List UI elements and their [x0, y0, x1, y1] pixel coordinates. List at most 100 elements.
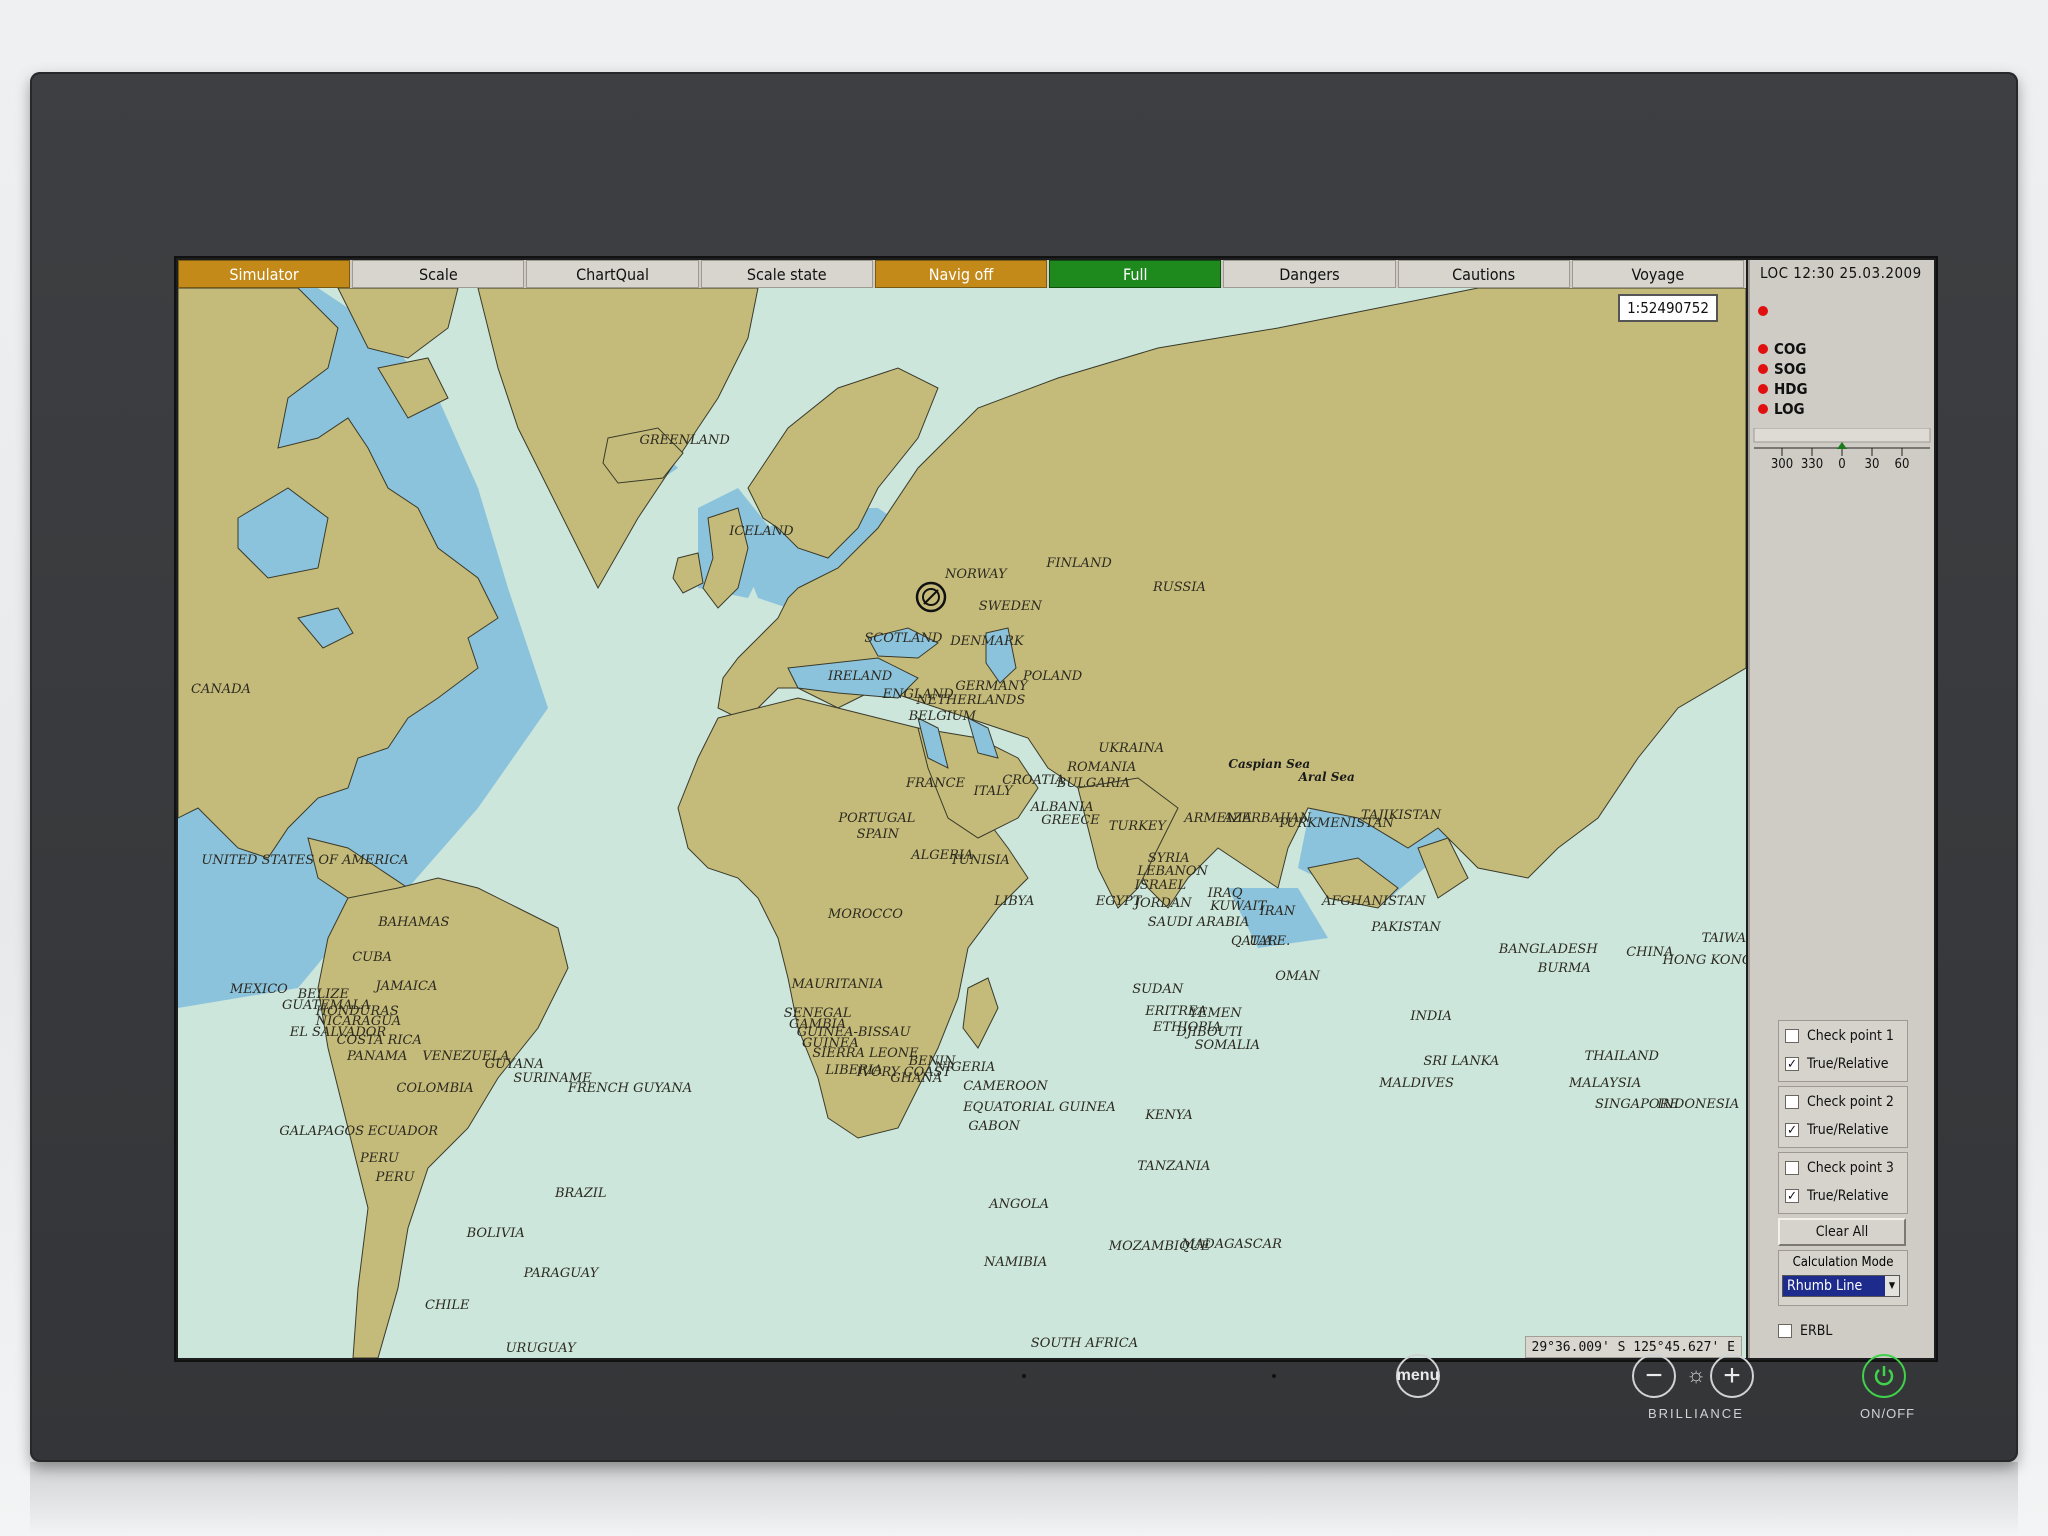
toolbar-button-cautions[interactable]: Cautions	[1397, 260, 1570, 288]
erbl-checkbox[interactable]	[1778, 1324, 1792, 1338]
toolbar-button-navig-off[interactable]: Navig off	[874, 260, 1048, 288]
toolbar-button-voyage[interactable]: Voyage	[1571, 260, 1744, 288]
place-label: COSTA RICA	[336, 1033, 422, 1049]
toolbar-button-scale-state[interactable]: Scale state	[700, 260, 873, 288]
true-relative-checkbox[interactable]: ✓	[1785, 1057, 1799, 1072]
true-relative-checkbox[interactable]: ✓	[1785, 1189, 1799, 1204]
place-label: NORWAY	[945, 566, 1007, 582]
place-label: SUDAN	[1132, 982, 1184, 998]
place-label: PERU	[360, 1150, 399, 1166]
place-label: TURKEY	[1108, 818, 1166, 834]
minus-icon: −	[1645, 1359, 1663, 1392]
calc-mode-select[interactable]: Rhumb Line ▼	[1782, 1275, 1900, 1297]
local-time: LOC 12:30 25.03.2009	[1760, 264, 1922, 282]
place-label: MAURITANIA	[791, 976, 884, 992]
checkpoint-group-1: Check point 1 ✓ True/Relative	[1778, 1020, 1908, 1082]
heading-compass-strip: 300 330 0 30 60	[1753, 428, 1931, 468]
place-label: UKRAINA	[1098, 740, 1165, 756]
checkpoint-checkbox[interactable]	[1785, 1095, 1799, 1109]
ecdis-screen: Simulator Scale ChartQual Scale state Navig …	[174, 256, 1938, 1362]
cursor-coordinates: 29°36.009' S 125°45.627' E	[1524, 1336, 1742, 1358]
place-label: URUGUAY	[505, 1341, 576, 1357]
place-label: BELGIUM	[908, 708, 977, 724]
place-label: MEXICO	[230, 982, 288, 998]
place-label: NETHERLANDS	[916, 692, 1026, 708]
place-label: HONG KONG	[1662, 952, 1746, 968]
place-label: RUSSIA	[1153, 580, 1206, 596]
place-label: SPAIN	[856, 826, 899, 842]
place-label: INDONESIA	[1657, 1097, 1740, 1113]
place-label: OMAN	[1275, 968, 1320, 984]
true-relative-toggle[interactable]: ✓ True/Relative	[1779, 1117, 1907, 1143]
indicator-led	[1022, 1374, 1026, 1378]
place-label: GREECE	[1041, 813, 1100, 829]
checkpoint-checkbox[interactable]	[1785, 1161, 1799, 1175]
place-label: PORTUGAL	[838, 810, 916, 826]
place-label: KENYA	[1145, 1108, 1193, 1124]
brilliance-down-button[interactable]: −	[1632, 1354, 1676, 1398]
compass-tick-label: 60	[1895, 457, 1910, 468]
menu-button[interactable]: menu	[1396, 1354, 1440, 1398]
checkpoint-toggle[interactable]: Check point 2	[1779, 1089, 1907, 1115]
compass-tick-label: 330	[1801, 457, 1823, 468]
true-relative-toggle[interactable]: ✓ True/Relative	[1779, 1183, 1907, 1209]
place-label: PANAMA	[347, 1049, 408, 1065]
place-label: EQUATORIAL GUINEA	[963, 1100, 1116, 1116]
place-label: ISRAEL	[1134, 877, 1187, 893]
place-label: ITALY	[973, 783, 1013, 799]
chevron-down-icon: ▼	[1885, 1276, 1899, 1296]
place-label: AFGHANISTAN	[1322, 893, 1426, 909]
toolbar-button-simulator[interactable]: Simulator	[178, 260, 351, 288]
true-relative-toggle[interactable]: ✓ True/Relative	[1779, 1051, 1907, 1077]
brilliance-up-button[interactable]: +	[1710, 1354, 1754, 1398]
power-button[interactable]	[1862, 1354, 1906, 1398]
onoff-label: ON/OFF	[1860, 1406, 1916, 1421]
own-ship-icon[interactable]	[914, 580, 948, 619]
alarm-dot-icon	[1758, 384, 1768, 394]
alarm-dot-icon	[1758, 404, 1768, 414]
compass-tick-label: 300	[1771, 457, 1793, 468]
sensor-hdg: HDG	[1758, 380, 1808, 398]
toolbar-button-full[interactable]: Full	[1049, 260, 1222, 288]
place-label: IRAN	[1259, 904, 1296, 920]
place-label: BRAZIL	[555, 1185, 607, 1201]
place-label: BANGLADESH	[1498, 941, 1598, 957]
place-label: SOUTH AFRICA	[1030, 1335, 1139, 1351]
place-label: BURMA	[1537, 960, 1591, 976]
toolbar-button-scale[interactable]: Scale	[352, 260, 525, 288]
true-relative-label: True/Relative	[1807, 1056, 1889, 1072]
place-label: FRENCH GUYANA	[568, 1081, 693, 1097]
place-label: LIBYA	[994, 893, 1035, 909]
toolbar-button-dangers[interactable]: Dangers	[1223, 260, 1396, 288]
place-label: TAJIKISTAN	[1361, 807, 1442, 823]
side-panel: LOC 12:30 25.03.2009 COG SOG HDG LOG 300 330…	[1748, 260, 1934, 1358]
place-label: GABON	[968, 1118, 1020, 1134]
erbl-toggle[interactable]: ERBL	[1772, 1318, 1832, 1344]
erbl-label: ERBL	[1800, 1323, 1833, 1339]
checkpoint-toggle[interactable]: Check point 1	[1779, 1023, 1907, 1049]
top-toolbar: Simulator Scale ChartQual Scale state Navig …	[178, 260, 1746, 288]
chart-map[interactable]: GREENLAND ICELAND NORWAY FINLAND SWEDEN RUSSI…	[178, 288, 1746, 1358]
place-label: MADAGASCAR	[1181, 1236, 1282, 1252]
place-label: SAUDI ARABIA	[1147, 915, 1250, 931]
monitor-reflection	[30, 1462, 2018, 1536]
checkpoint-checkbox[interactable]	[1785, 1029, 1799, 1043]
clear-all-button[interactable]: Clear All	[1778, 1218, 1906, 1246]
place-label: ECUADOR	[367, 1124, 439, 1140]
place-label: ICELAND	[729, 523, 794, 539]
true-relative-checkbox[interactable]: ✓	[1785, 1123, 1799, 1138]
place-label: BOLIVIA	[466, 1226, 525, 1241]
checkpoint-toggle[interactable]: Check point 3	[1779, 1155, 1907, 1181]
place-label: TUNISIA	[950, 853, 1010, 869]
true-relative-label: True/Relative	[1807, 1188, 1889, 1204]
toolbar-button-chartqual[interactable]: ChartQual	[526, 260, 699, 288]
place-label: SOMALIA	[1194, 1038, 1261, 1054]
place-label: TAIWAN	[1701, 931, 1746, 947]
place-label: JORDAN	[1134, 896, 1192, 912]
compass-tick-label: 30	[1865, 457, 1880, 468]
sensor-cog: COG	[1758, 340, 1806, 358]
place-label: MOROCCO	[828, 907, 903, 923]
place-label: SCOTLAND	[864, 631, 943, 647]
land-masses	[178, 288, 1746, 1358]
checkpoint-label: Check point 1	[1807, 1028, 1894, 1044]
